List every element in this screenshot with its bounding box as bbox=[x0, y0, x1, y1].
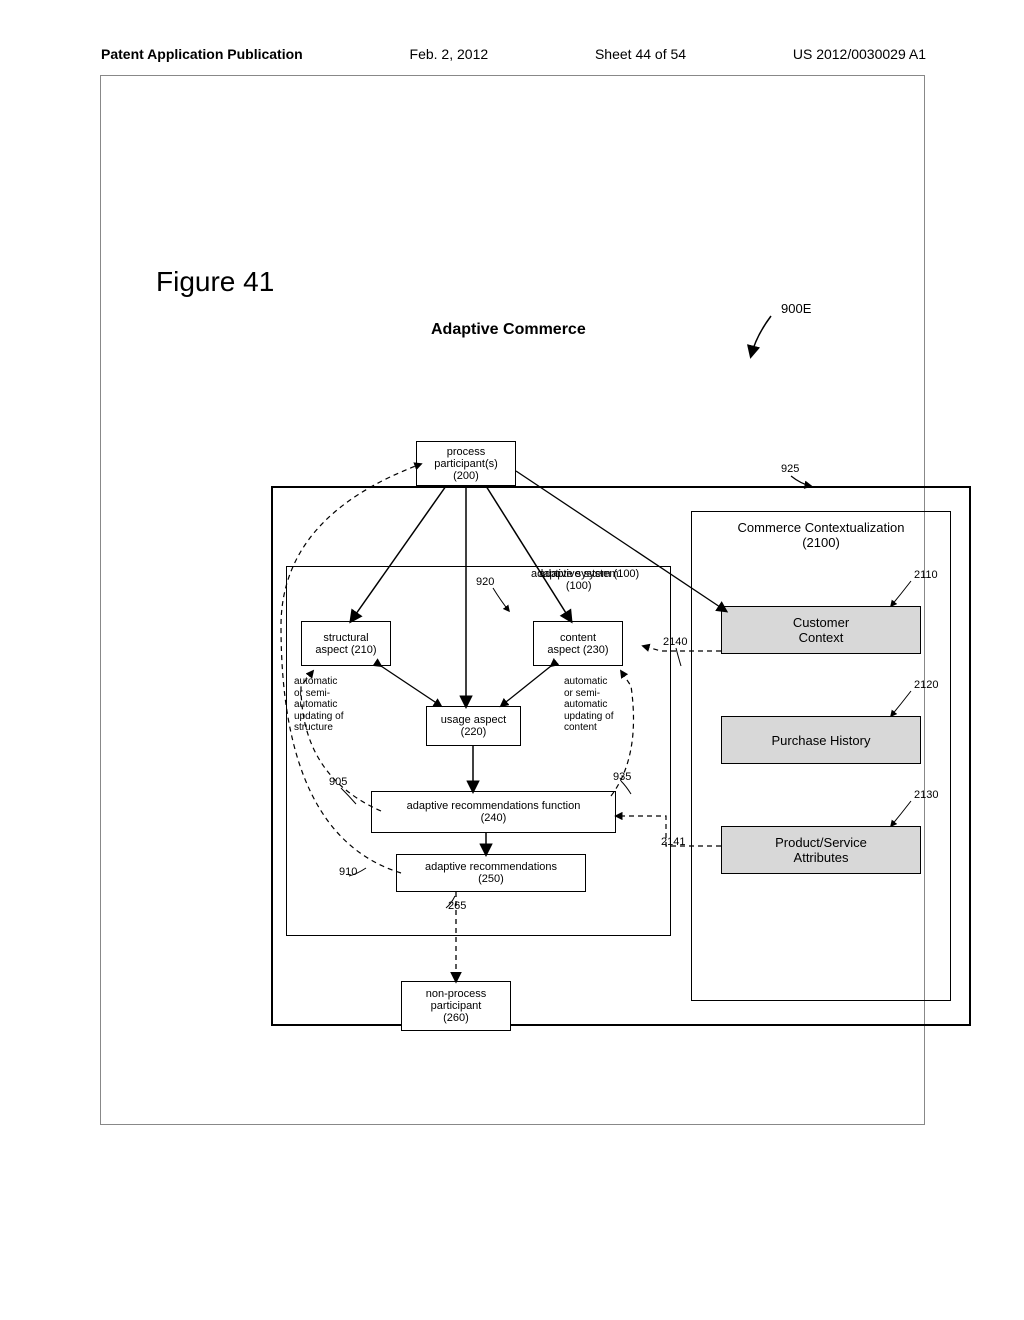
product-attributes-box: Product/Service Attributes bbox=[721, 826, 921, 874]
adaptive-system-text: adaptive system (100) bbox=[539, 568, 618, 592]
content-aspect-box: content aspect (230) bbox=[533, 621, 623, 666]
ref-265: 265 bbox=[448, 900, 466, 912]
ref-935: 935 bbox=[613, 771, 631, 783]
ref-2110: 2110 bbox=[914, 569, 938, 581]
header-sheet: Sheet 44 of 54 bbox=[595, 46, 686, 62]
ref-910: 910 bbox=[339, 866, 357, 878]
structural-aspect-box: structural aspect (210) bbox=[301, 621, 391, 666]
ref-920: 920 bbox=[476, 576, 494, 588]
ref-900e: 900E bbox=[781, 301, 811, 316]
page-frame: Patent Application Publication Feb. 2, 2… bbox=[100, 75, 925, 1125]
customer-context-box: Customer Context bbox=[721, 606, 921, 654]
ref-2130: 2130 bbox=[914, 789, 938, 801]
purchase-history-box: Purchase History bbox=[721, 716, 921, 764]
usage-aspect-box: usage aspect (220) bbox=[426, 706, 521, 746]
header-left: Patent Application Publication bbox=[101, 46, 303, 62]
rec-function-box: adaptive recommendations function (240) bbox=[371, 791, 616, 833]
commerce-ctx-title: Commerce Contextualization (2100) bbox=[692, 520, 950, 550]
process-participants-box: process participant(s) (200) bbox=[416, 441, 516, 486]
header-right: US 2012/0030029 A1 bbox=[793, 46, 926, 62]
auto-content-note: automatic or semi- automatic updating of… bbox=[564, 676, 614, 734]
auto-structure-note: automatic or semi- automatic updating of… bbox=[294, 676, 344, 734]
ref-905: 905 bbox=[329, 776, 347, 788]
figure-subtitle: Adaptive Commerce bbox=[431, 321, 586, 339]
header-date: Feb. 2, 2012 bbox=[410, 46, 489, 62]
non-process-participant-box: non-process participant (260) bbox=[401, 981, 511, 1031]
header-row: Patent Application Publication Feb. 2, 2… bbox=[101, 46, 926, 62]
figure-title: Figure 41 bbox=[156, 266, 274, 298]
ref-2120: 2120 bbox=[914, 679, 938, 691]
recommendations-box: adaptive recommendations (250) bbox=[396, 854, 586, 892]
ref-925: 925 bbox=[781, 463, 799, 475]
ref-2140: 2140 bbox=[663, 636, 687, 648]
ref-2141: 2141 bbox=[661, 836, 685, 848]
